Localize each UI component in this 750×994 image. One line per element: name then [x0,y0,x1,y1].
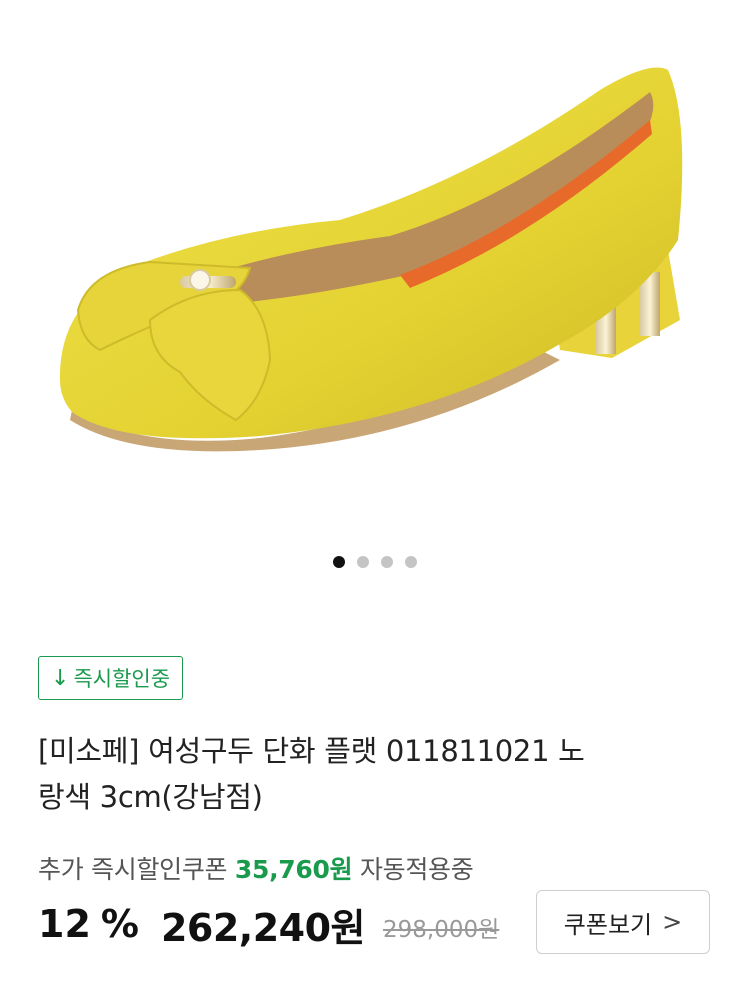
chevron-right-icon: > [662,908,683,936]
coupon-suffix: 자동적용중 [359,855,474,884]
discount-percent: 12 [38,902,91,946]
original-price: 298,000원 [383,917,500,943]
badge-label: 즉시할인중 [73,667,171,691]
sale-price: 262,240원 [160,905,366,950]
instant-discount-badge: ↓ 즉시할인중 [38,656,184,700]
carousel-dot-2[interactable] [357,556,369,568]
view-coupon-button[interactable]: 쿠폰보기 > [536,890,710,954]
down-arrow-icon: ↓ [51,665,70,691]
product-image[interactable] [0,0,750,520]
carousel-dot-3[interactable] [381,556,393,568]
carousel-dot-4[interactable] [405,556,417,568]
view-coupon-label: 쿠폰보기 [563,910,653,939]
product-title-line-1: [미소페] 여성구두 단화 플랫 011811021 노 [38,734,585,768]
product-title: [미소페] 여성구두 단화 플랫 011811021 노 랑색 3cm(강남점) [38,728,718,820]
product-title-line-2: 랑색 3cm(강남점) [38,780,263,814]
carousel-dot-1[interactable] [333,556,345,568]
discount-percent-unit: % [100,902,139,946]
coupon-amount: 35,760원 [234,855,353,884]
price-row: 12 % 262,240원 298,000원 [38,892,499,956]
shoe-illustration [59,67,683,452]
coupon-prefix: 추가 즉시할인쿠폰 [38,855,228,884]
coupon-info: 추가 즉시할인쿠폰 35,760원 자동적용중 [38,850,474,886]
carousel-indicator [0,556,750,570]
